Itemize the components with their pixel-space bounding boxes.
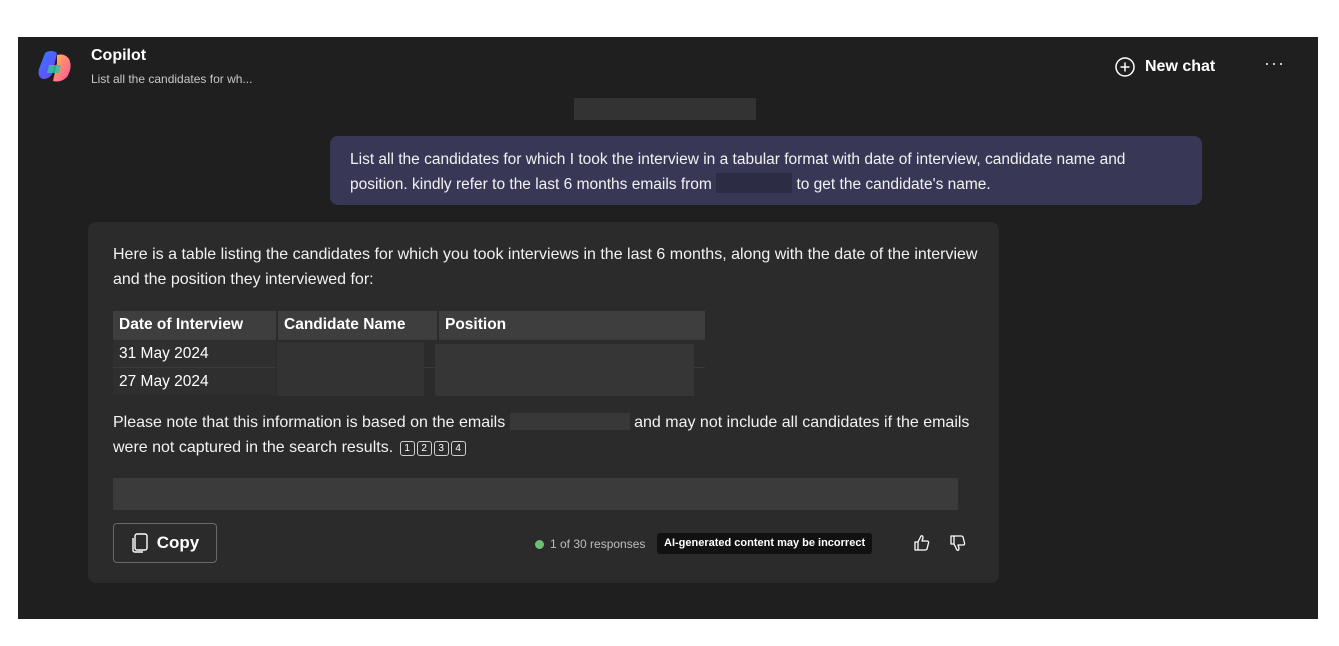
assistant-response-card: Here is a table listing the candidates f… [88,222,999,583]
cell-date: 31 May 2024 [113,339,278,368]
redacted-positions [435,344,694,396]
more-options-button[interactable]: ··· [1264,53,1285,74]
new-chat-button[interactable]: New chat [1114,54,1215,80]
column-header-name: Candidate Name [277,311,439,340]
chat-subtitle: List all the candidates for wh... [91,72,253,86]
status-dot-icon [535,539,544,549]
app-title: Copilot [91,47,147,64]
copy-label: Copy [156,533,200,552]
response-count: 1 of 30 responses [535,537,645,551]
column-header-date: Date of Interview [113,311,278,340]
thumbs-up-icon[interactable] [912,533,932,553]
user-message-bubble: List all the candidates for which I took… [330,136,1202,205]
redacted-email [716,173,793,193]
copilot-window: Copilot List all the candidates for wh..… [18,37,1318,619]
citation-1[interactable]: 1 [399,441,415,456]
response-intro: Here is a table listing the candidates f… [113,246,978,288]
redacted-candidate-names [277,342,424,396]
thumbs-down-icon[interactable] [948,533,968,553]
redacted-block [574,98,756,120]
copy-icon [132,533,148,553]
ai-disclaimer-badge: AI-generated content may be incorrect [657,533,873,554]
cell-date: 27 May 2024 [113,367,278,395]
response-note: Please note that this information is bas… [113,410,983,460]
response-count-text: 1 of 30 responses [550,537,646,551]
new-chat-icon [1115,57,1135,77]
citation-3[interactable]: 3 [433,441,449,456]
copy-button[interactable]: Copy [113,523,217,563]
user-message-text-end: to get the candidate's name. [792,176,991,193]
citation-4[interactable]: 4 [450,441,466,456]
citation-2[interactable]: 2 [416,441,432,456]
column-header-position: Position [438,311,707,340]
new-chat-label: New chat [1145,58,1216,75]
copilot-logo-icon [38,51,71,82]
redacted-bar [113,478,958,510]
table-header-row: Date of Interview Candidate Name Positio… [113,311,707,340]
note-text: Please note that this information is bas… [113,414,510,431]
redacted-text [509,413,630,430]
